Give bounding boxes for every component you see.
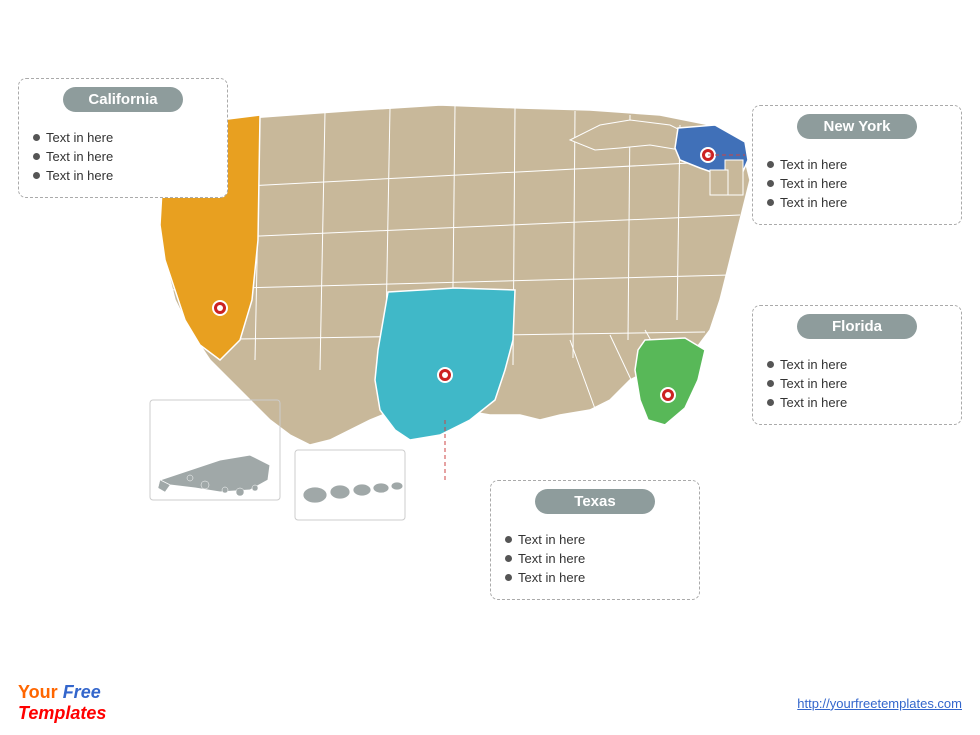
bullet-icon [33, 153, 40, 160]
bullet-icon [767, 161, 774, 168]
bullet-icon [33, 172, 40, 179]
footer: Your Free Templates http://yourfreetempl… [0, 682, 980, 725]
logo: Your Free Templates [18, 682, 106, 725]
logo-free: Free [63, 682, 101, 702]
list-item: Text in here [505, 532, 685, 547]
bullet-icon [505, 536, 512, 543]
texas-list: Text in here Text in here Text in here [505, 532, 685, 585]
florida-info-box: Florida Text in here Text in here Text i… [752, 305, 962, 425]
california-list: Text in here Text in here Text in here [33, 130, 213, 183]
list-item: Text in here [767, 395, 947, 410]
logo-your: Your [18, 682, 58, 702]
bullet-icon [505, 555, 512, 562]
list-item: Text in here [767, 376, 947, 391]
florida-list: Text in here Text in here Text in here [767, 357, 947, 410]
bullet-icon [767, 361, 774, 368]
bullet-icon [767, 180, 774, 187]
list-item: Text in here [505, 570, 685, 585]
list-item: Text in here [33, 130, 213, 145]
california-info-box: California Text in here Text in here Tex… [18, 78, 228, 198]
bullet-icon [505, 574, 512, 581]
list-item: Text in here [505, 551, 685, 566]
newyork-title: New York [797, 114, 917, 139]
texas-info-box: Texas Text in here Text in here Text in … [490, 480, 700, 600]
newyork-list: Text in here Text in here Text in here [767, 157, 947, 210]
list-item: Text in here [33, 149, 213, 164]
logo-templates: Templates [18, 703, 106, 723]
footer-link[interactable]: http://yourfreetemplates.com [797, 696, 962, 711]
list-item: Text in here [767, 195, 947, 210]
list-item: Text in here [767, 157, 947, 172]
bullet-icon [767, 380, 774, 387]
list-item: Text in here [767, 176, 947, 191]
california-title: California [63, 87, 183, 112]
list-item: Text in here [767, 357, 947, 372]
florida-title: Florida [797, 314, 917, 339]
page-container: California Text in here Text in here Tex… [0, 0, 980, 735]
bullet-icon [767, 399, 774, 406]
texas-title: Texas [535, 489, 655, 514]
bullet-icon [767, 199, 774, 206]
newyork-info-box: New York Text in here Text in here Text … [752, 105, 962, 225]
list-item: Text in here [33, 168, 213, 183]
bullet-icon [33, 134, 40, 141]
